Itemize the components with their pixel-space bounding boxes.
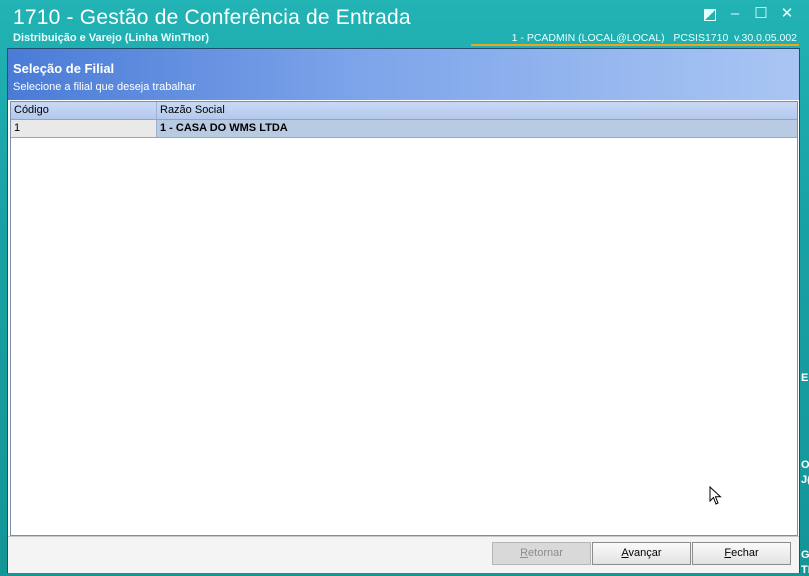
dialog-title: Seleção de Filial [13, 61, 115, 76]
accent-divider [471, 44, 799, 46]
dialog-subtitle: Selecione a filial que deseja trabalhar [13, 81, 196, 93]
cell-name[interactable]: 1 - CASA DO WMS LTDA [157, 120, 797, 137]
edge-text: TE [801, 564, 809, 576]
edge-text: GE [801, 549, 809, 561]
grid-header: Código Razão Social [11, 102, 797, 120]
column-header-name[interactable]: Razão Social [157, 102, 797, 119]
minimize-icon[interactable]: – [727, 6, 743, 22]
close-icon[interactable]: ✕ [779, 6, 795, 22]
dialog-header: Seleção de Filial Selecione a filial que… [8, 49, 799, 100]
branch-grid: Código Razão Social 1 1 - CASA DO WMS LT… [10, 101, 798, 536]
app-window-frame: 1710 - Gestão de Conferência de Entrada … [0, 0, 809, 576]
edge-text: J( [801, 474, 809, 486]
edge-text: O [801, 459, 809, 471]
cell-code[interactable]: 1 [11, 120, 157, 137]
window-title: 1710 - Gestão de Conferência de Entrada [13, 6, 411, 29]
session-status: 1 - PCADMIN (LOCAL@LOCAL) PCSIS1710 v.30… [511, 32, 797, 44]
next-button[interactable]: Avançar [592, 542, 691, 565]
back-button[interactable]: Retornar [492, 542, 591, 565]
branch-selection-dialog: Seleção de Filial Selecione a filial que… [7, 48, 800, 573]
window-controls: – ☐ ✕ [701, 6, 795, 22]
table-row[interactable]: 1 1 - CASA DO WMS LTDA [11, 120, 797, 138]
window-subtitle: Distribuição e Varejo (Linha WinThor) [13, 32, 210, 44]
mouse-cursor-icon [709, 486, 722, 505]
edge-text: E [801, 372, 809, 384]
dialog-footer: Retornar Avançar Fechar [8, 536, 799, 573]
restore-icon[interactable] [701, 6, 717, 22]
close-button[interactable]: Fechar [692, 542, 791, 565]
maximize-icon[interactable]: ☐ [753, 6, 769, 22]
column-header-code[interactable]: Código [11, 102, 157, 119]
